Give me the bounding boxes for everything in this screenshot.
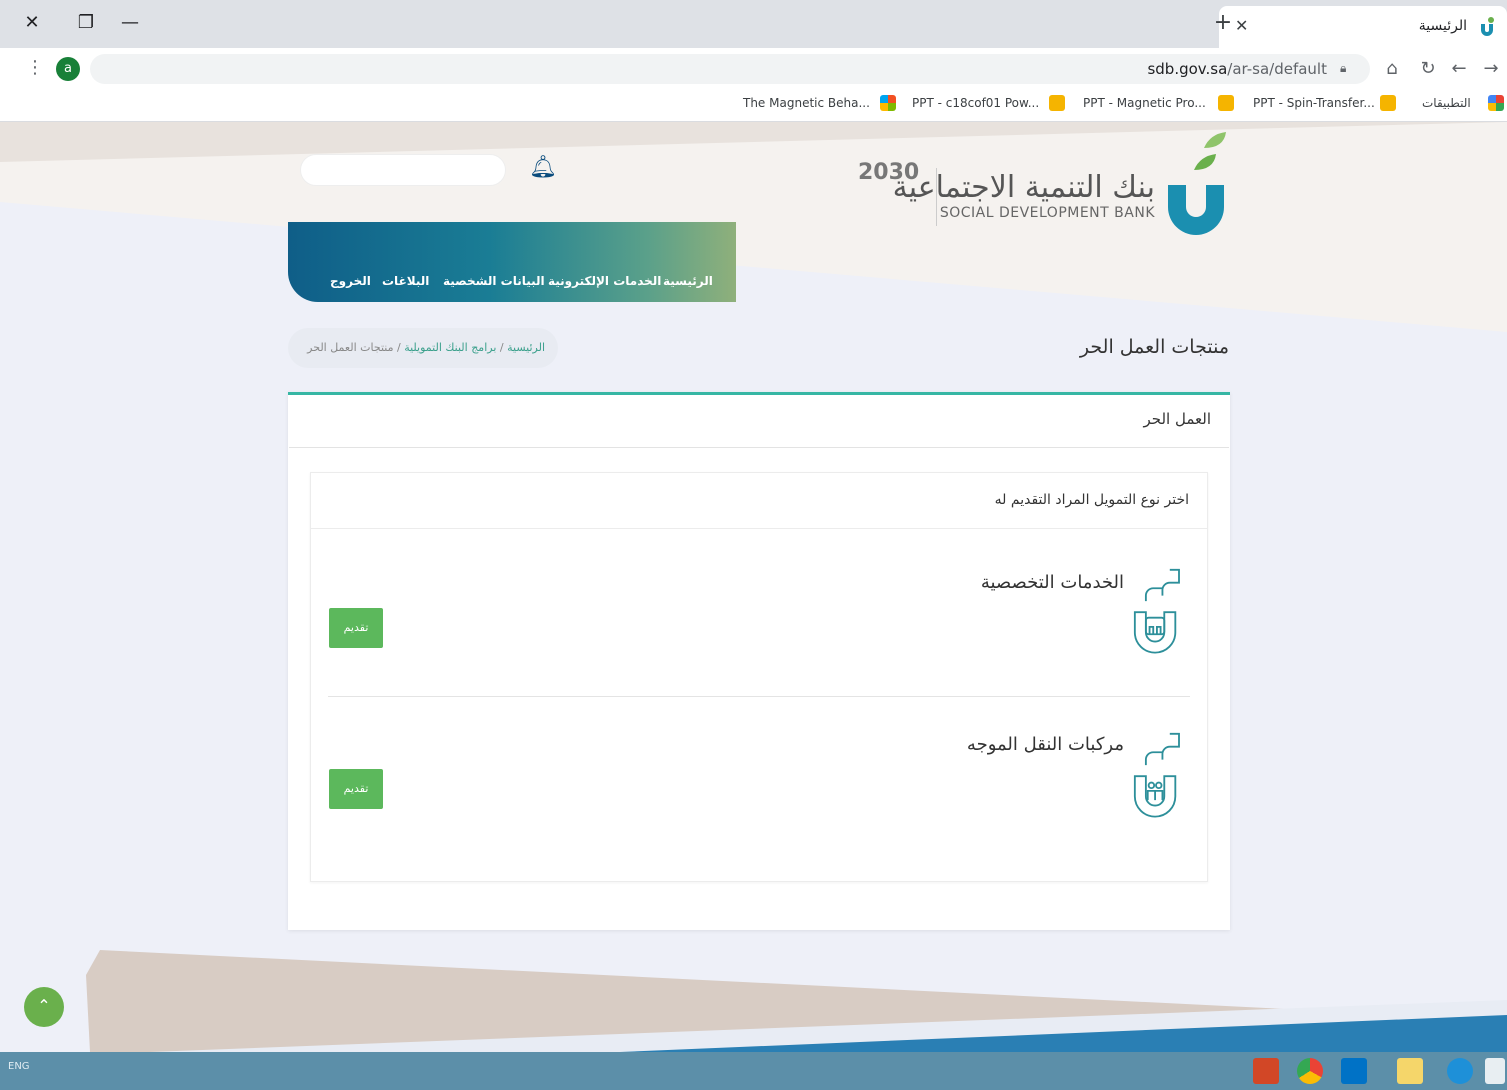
forward-icon[interactable]: ← [1448, 58, 1470, 79]
scroll-to-top-button[interactable]: ⌃ [24, 987, 64, 1027]
specialized-services-icon [1133, 568, 1180, 654]
url-host: sdb.gov.sa [1147, 60, 1228, 78]
breadcrumb: الرئيسية / برامج البنك التمويلية / منتجا… [307, 341, 545, 354]
window-restore-icon[interactable]: ❐ [74, 12, 98, 33]
bank-name-english: SOCIAL DEVELOPMENT BANK [939, 205, 1155, 221]
bookmark-item[interactable]: PPT - Magnetic Pro... [1083, 96, 1206, 110]
service-name: مركبات النقل الموجه [966, 734, 1124, 755]
new-tab-button[interactable]: + [1210, 10, 1236, 35]
breadcrumb-programs[interactable]: برامج البنك التمويلية [404, 341, 496, 354]
profile-avatar[interactable]: a [56, 57, 80, 81]
slides-icon [1380, 95, 1396, 111]
search-input[interactable] [300, 154, 506, 186]
reload-icon[interactable]: ↻ [1417, 58, 1439, 79]
address-url[interactable]: sdb.gov.sa/ar-sa/default [1147, 60, 1327, 78]
page-title: منتجات العمل الحر [1079, 336, 1229, 358]
outlook-icon[interactable] [1341, 1058, 1367, 1084]
url-path: /ar-sa/default [1227, 60, 1327, 78]
language-indicator[interactable]: ENG [8, 1061, 30, 1072]
sdb-favicon-icon [1481, 17, 1494, 36]
window-minimize-icon[interactable]: — [118, 12, 142, 33]
internet-explorer-icon[interactable] [1447, 1058, 1473, 1084]
system-tray: ENG [8, 1061, 30, 1072]
main-navigation [288, 222, 736, 302]
slides-icon [1049, 95, 1065, 111]
header-background-shape [0, 122, 1507, 332]
apps-bookmark[interactable]: التطبيقات [1422, 96, 1471, 110]
slides-icon [1218, 95, 1234, 111]
windows-taskbar [0, 1052, 1507, 1090]
apps-grid-icon [1488, 95, 1504, 111]
service-name: الخدمات التخصصية [980, 572, 1124, 593]
bank-name-arabic: بنك التنمية الاجتماعية [892, 170, 1155, 205]
nav-item-personal-data[interactable]: البيانات الشخصية [443, 274, 545, 288]
back-icon[interactable]: → [1480, 58, 1502, 79]
breadcrumb-separator: / [396, 341, 401, 354]
bookmark-item[interactable]: PPT - c18cof01 Pow... [912, 96, 1039, 110]
browser-menu-icon[interactable]: ⋮ [26, 57, 44, 78]
card-header [289, 395, 1229, 448]
panel-title: اختر نوع التمويل المراد التقديم له [994, 492, 1189, 508]
chrome-icon[interactable] [1297, 1058, 1323, 1084]
bookmark-item[interactable]: PPT - Spin-Transfer... [1253, 96, 1375, 110]
nav-item-logout[interactable]: الخروج [330, 274, 371, 288]
home-icon[interactable]: ⌂ [1381, 58, 1403, 79]
tab-title: الرئيسية [1418, 18, 1467, 34]
breadcrumb-home[interactable]: الرئيسية [507, 341, 545, 354]
nav-item-eservices[interactable]: الخدمات الإلكترونية [548, 274, 661, 288]
powerpoint-icon[interactable] [1253, 1058, 1279, 1084]
notifications-bell-icon[interactable]: 🔔︎ [529, 155, 557, 180]
breadcrumb-current: منتجات العمل الحر [307, 341, 394, 354]
breadcrumb-separator: / [499, 341, 504, 354]
directed-transport-icon [1133, 732, 1180, 818]
service-divider [328, 696, 1190, 697]
browser-tab[interactable]: الرئيسية ✕ [1219, 6, 1507, 48]
windows-start-icon[interactable] [1485, 1058, 1505, 1084]
apply-button[interactable]: تقديم [329, 769, 383, 809]
card-title: العمل الحر [1143, 410, 1211, 428]
financing-type-panel [310, 472, 1208, 882]
window-close-icon[interactable]: ✕ [20, 12, 44, 33]
microsoft-icon [880, 95, 896, 111]
file-explorer-icon[interactable] [1397, 1058, 1423, 1084]
bookmark-item[interactable]: The Magnetic Beha... [743, 96, 870, 110]
sdb-logo-icon[interactable] [1164, 130, 1230, 240]
lock-icon[interactable]: 🔒︎ [1340, 61, 1346, 76]
apply-button[interactable]: تقديم [329, 608, 383, 648]
nav-item-home[interactable]: الرئيسية [663, 274, 713, 288]
close-tab-icon[interactable]: ✕ [1235, 16, 1248, 35]
nav-item-reports[interactable]: البلاغات [382, 274, 429, 288]
